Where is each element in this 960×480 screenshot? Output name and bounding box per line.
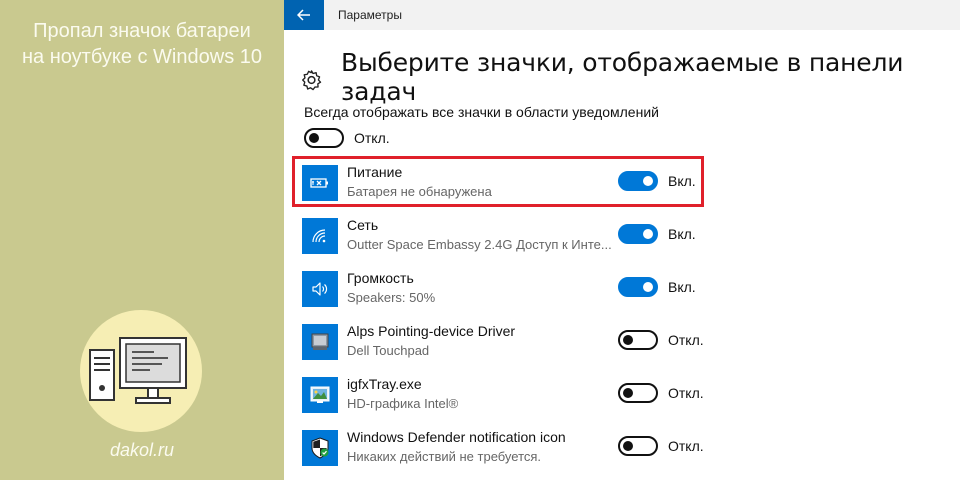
item-name: igfxTray.exe — [347, 376, 422, 392]
window-title: Параметры — [338, 8, 402, 22]
toggle-state-label: Откл. — [668, 385, 704, 401]
page-title: Выберите значки, отображаемые в панели з… — [341, 48, 904, 106]
item-name: Windows Defender notification icon — [347, 429, 566, 445]
list-item-defender: Windows Defender notification icon Никак… — [302, 429, 742, 470]
intel-graphics-icon — [302, 377, 338, 413]
always-show-label: Всегда отображать все значки в области у… — [304, 104, 659, 120]
always-show-setting: Откл. — [304, 128, 390, 148]
wifi-icon — [302, 218, 338, 254]
settings-window: Параметры Выберите значки, отображаемые … — [284, 0, 960, 480]
item-name: Громкость — [347, 270, 414, 286]
item-toggle-group: Вкл. — [618, 224, 696, 244]
defender-toggle[interactable] — [618, 436, 658, 456]
toggle-state-label: Откл. — [668, 332, 704, 348]
title-bar: Параметры — [284, 0, 960, 30]
toggle-state-label: Вкл. — [668, 279, 696, 295]
defender-shield-icon — [302, 430, 338, 466]
item-toggle-group: Откл. — [618, 436, 704, 456]
site-name: dakol.ru — [109, 440, 175, 460]
article-banner: Пропал значок батареи на ноутбуке с Wind… — [0, 0, 284, 480]
list-item-network: Сеть Outter Space Embassy 2.4G Доступ к … — [302, 217, 742, 258]
list-item-touchpad: Alps Pointing-device Driver Dell Touchpa… — [302, 323, 742, 364]
speaker-icon — [302, 271, 338, 307]
always-show-toggle[interactable] — [304, 128, 344, 148]
back-button[interactable] — [284, 0, 324, 30]
item-toggle-group: Вкл. — [618, 277, 696, 297]
volume-toggle[interactable] — [618, 277, 658, 297]
item-name: Alps Pointing-device Driver — [347, 323, 516, 339]
toggle-state-label: Вкл. — [668, 226, 696, 242]
touchpad-icon — [302, 324, 338, 360]
item-description: HD-графика Intel® — [347, 396, 459, 411]
item-description: Никаких действий не требуется. — [347, 449, 542, 464]
item-description: Outter Space Embassy 2.4G Доступ к Инте.… — [347, 237, 612, 252]
item-name: Сеть — [347, 217, 379, 233]
page-heading: Выберите значки, отображаемые в панели з… — [300, 48, 960, 106]
always-show-state: Откл. — [354, 130, 390, 146]
network-toggle[interactable] — [618, 224, 658, 244]
item-toggle-group: Откл. — [618, 383, 704, 403]
touchpad-toggle[interactable] — [618, 330, 658, 350]
article-title-line-2: на ноутбуке с Windows 10 — [22, 46, 262, 68]
highlight-frame — [292, 156, 704, 207]
article-title: Пропал значок батареи на ноутбуке с Wind… — [0, 18, 284, 70]
list-item-intel-graphics: igfxTray.exe HD-графика Intel® Откл. — [302, 376, 742, 417]
computer-illustration — [80, 310, 202, 432]
desktop-computer-icon — [89, 337, 187, 404]
intel-graphics-toggle[interactable] — [618, 383, 658, 403]
back-arrow-icon — [297, 9, 310, 21]
list-item-volume: Громкость Speakers: 50% Вкл. — [302, 270, 742, 311]
gear-icon — [302, 70, 322, 91]
item-description: Dell Touchpad — [347, 343, 430, 358]
item-description: Speakers: 50% — [347, 290, 436, 305]
toggle-state-label: Откл. — [668, 438, 704, 454]
item-toggle-group: Откл. — [618, 330, 704, 350]
article-title-line-1: Пропал значок батареи — [33, 20, 251, 42]
